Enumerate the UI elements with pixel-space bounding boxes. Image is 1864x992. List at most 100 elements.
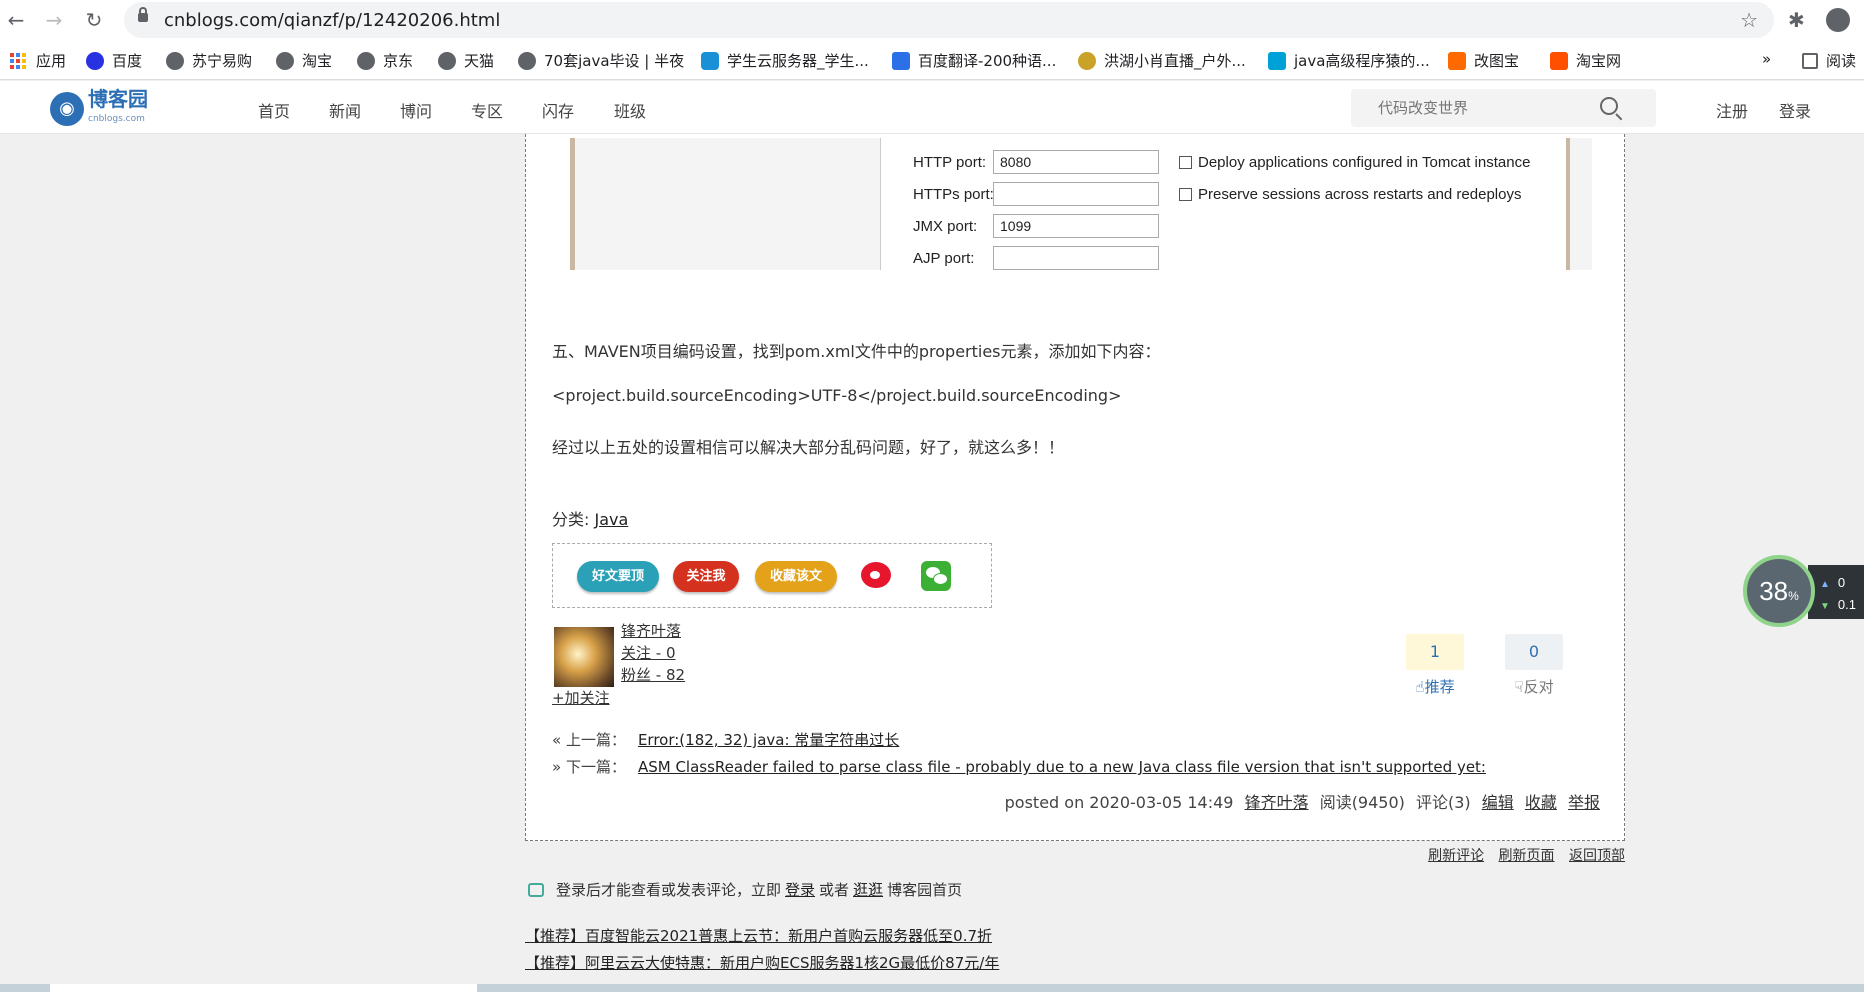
next-post-link[interactable]: ASM ClassReader failed to parse class fi…	[638, 758, 1486, 776]
browser-toolbar: ← → ↻ cnblogs.com/qianzf/p/12420206.html…	[0, 0, 1864, 40]
upload-arrow-icon: ▲	[1820, 579, 1830, 590]
upload-speed: 0	[1837, 575, 1846, 590]
bookmark-taobao[interactable]: 淘宝	[276, 50, 332, 71]
nav-class[interactable]: 班级	[614, 98, 646, 122]
prev-post: « 上一篇： Error:(182, 32) java: 常量字符串过长	[552, 731, 900, 749]
globe-icon	[166, 51, 184, 70]
article-code-line: <project.build.sourceEncoding>UTF-8</pro…	[552, 386, 1122, 405]
profile-avatar[interactable]	[1826, 8, 1850, 32]
bookmark-gaitubao[interactable]: 改图宝	[1448, 50, 1519, 71]
download-arrow-icon: ▼	[1820, 601, 1830, 612]
bookmark-bilibili[interactable]: java高级程序猿的...	[1268, 50, 1430, 71]
bookmark-tmall[interactable]: 天猫	[438, 50, 494, 71]
back-to-top-link[interactable]: 返回顶部	[1569, 848, 1625, 864]
favorite-post-button[interactable]: 收藏该文	[755, 561, 837, 592]
post-date: posted on 2020-03-05 14:49	[1004, 793, 1234, 812]
bury-vote[interactable]: 0 ☟反对	[1505, 634, 1563, 697]
thumb-down-icon: ☟	[1514, 678, 1524, 696]
author-following-link[interactable]: 关注 - 0	[621, 642, 676, 663]
globe-icon	[518, 51, 536, 70]
horizontal-scrollbar[interactable]	[0, 984, 1864, 992]
reload-icon[interactable]: ↻	[82, 8, 106, 32]
category-link[interactable]: Java	[594, 510, 628, 529]
gaitubao-icon	[1448, 51, 1466, 70]
nav-news[interactable]: 新闻	[329, 98, 361, 122]
bookmark-apps[interactable]: 应用	[10, 50, 66, 71]
author-name-link[interactable]: 锋齐叶落	[621, 620, 681, 641]
translate-icon	[892, 51, 910, 70]
bookmark-live[interactable]: 洪湖小肖直播_户外...	[1078, 50, 1246, 71]
browse-link[interactable]: 逛逛	[853, 879, 883, 900]
bury-label: 反对	[1523, 678, 1554, 696]
url-text[interactable]: cnblogs.com/qianzf/p/12420206.html	[164, 10, 500, 31]
register-link[interactable]: 注册	[1716, 98, 1748, 122]
globe-icon	[357, 51, 375, 70]
post-meta: posted on 2020-03-05 14:49 锋齐叶落 阅读(9450)…	[1005, 789, 1600, 813]
share-panel: 好文要顶 关注我 收藏该文	[552, 543, 992, 608]
download-speed: 0.1	[1837, 597, 1856, 612]
refresh-comments-link[interactable]: 刷新评论	[1428, 848, 1484, 864]
article-body: HTTP port: 8080 Deploy applications conf…	[525, 134, 1625, 841]
globe-icon	[276, 51, 294, 70]
promo-link[interactable]: 【推荐】阿里云云大使特惠：新用户购ECS服务器1核2G最低价87元/年	[525, 952, 999, 973]
promo-link[interactable]: 【推荐】百度智能云2021普惠上云节：新用户首购云服务器低至0.7折	[525, 925, 992, 946]
bookmark-jd[interactable]: 京东	[357, 50, 413, 71]
reading-list[interactable]: 阅读	[1802, 50, 1856, 71]
report-link[interactable]: 举报	[1568, 793, 1600, 812]
bookmark-suning[interactable]: 苏宁易购	[166, 50, 252, 71]
prev-post-link[interactable]: Error:(182, 32) java: 常量字符串过长	[638, 731, 899, 749]
bookmark-baidu[interactable]: 百度	[86, 50, 142, 71]
address-bar[interactable]: cnblogs.com/qianzf/p/12420206.html ☆	[124, 2, 1774, 38]
bookmark-taobao-net[interactable]: 淘宝网	[1550, 50, 1621, 71]
author-avatar[interactable]	[554, 627, 614, 687]
bookmark-java-projects[interactable]: 70套java毕设 | 半夜	[518, 50, 684, 71]
refresh-page-link[interactable]: 刷新页面	[1499, 848, 1555, 864]
search-icon[interactable]	[1600, 97, 1618, 115]
comment-icon	[528, 882, 544, 897]
network-speed-widget[interactable]: ▲ 0 ▼ 0.1 38%	[1743, 555, 1864, 627]
forward-icon[interactable]: →	[42, 8, 66, 32]
follow-me-button[interactable]: 关注我	[673, 561, 739, 592]
lock-icon	[138, 7, 148, 22]
thumb-up-icon: ☝	[1415, 678, 1425, 696]
post-author-link[interactable]: 锋齐叶落	[1245, 793, 1309, 812]
edit-link[interactable]: 编辑	[1482, 793, 1514, 812]
login-link[interactable]: 登录	[1779, 98, 1811, 122]
post-category: 分类: Java	[552, 510, 629, 529]
bury-count: 0	[1505, 634, 1563, 670]
cnblogs-logo[interactable]: ◉ 博客园 cnblogs.com	[50, 89, 148, 129]
nav-home[interactable]: 首页	[258, 98, 290, 122]
article-paragraph: 经过以上五处的设置相信可以解决大部分乱码问题，好了，就这么多！！	[552, 438, 1065, 457]
page-actions: 刷新评论 刷新页面 返回顶部	[1418, 845, 1625, 865]
nav-flash[interactable]: 闪存	[542, 98, 574, 122]
logo-text: 博客园	[88, 87, 148, 111]
bookmark-student-cloud[interactable]: 学生云服务器_学生...	[701, 50, 869, 71]
checkbox-icon	[1179, 156, 1192, 169]
bookmark-baidu-translate[interactable]: 百度翻译-200种语...	[892, 50, 1056, 71]
nav-zone[interactable]: 专区	[471, 98, 503, 122]
bookmarks-bar: 应用 百度 苏宁易购 淘宝 京东 天猫 70套java毕设 | 半夜 学生云服务…	[0, 40, 1864, 80]
login-tip-link[interactable]: 登录	[785, 879, 815, 900]
bookmark-star-icon[interactable]: ☆	[1740, 8, 1758, 32]
comment-count: 评论(3)	[1416, 793, 1471, 812]
digg-count: 1	[1406, 634, 1464, 670]
view-count: 阅读(9450)	[1319, 793, 1405, 812]
digg-vote[interactable]: 1 ☝推荐	[1406, 634, 1464, 697]
add-follow-link[interactable]: +加关注	[552, 687, 610, 708]
weibo-share-icon[interactable]	[861, 562, 891, 588]
wechat-share-icon[interactable]	[921, 561, 951, 591]
tomcat-config-screenshot: HTTP port: 8080 Deploy applications conf…	[570, 138, 1592, 270]
nav-questions[interactable]: 博问	[400, 98, 432, 122]
back-icon[interactable]: ←	[4, 8, 28, 32]
more-bookmarks-button[interactable]: »	[1762, 50, 1771, 68]
extensions-icon[interactable]: ✱	[1788, 8, 1805, 32]
rss-icon: ◉	[50, 92, 84, 126]
recommend-button[interactable]: 好文要顶	[577, 561, 659, 592]
bilibili-icon	[1268, 51, 1286, 70]
collect-link[interactable]: 收藏	[1525, 793, 1557, 812]
author-followers-link[interactable]: 粉丝 - 82	[621, 664, 685, 685]
apps-grid-icon	[10, 52, 26, 69]
cloud-icon	[701, 51, 719, 70]
site-header: ◉ 博客园 cnblogs.com 首页 新闻 博问 专区 闪存 班级 注册 登…	[0, 81, 1864, 134]
article-paragraph: 五、MAVEN项目编码设置，找到pom.xml文件中的properties元素，…	[552, 342, 1161, 361]
